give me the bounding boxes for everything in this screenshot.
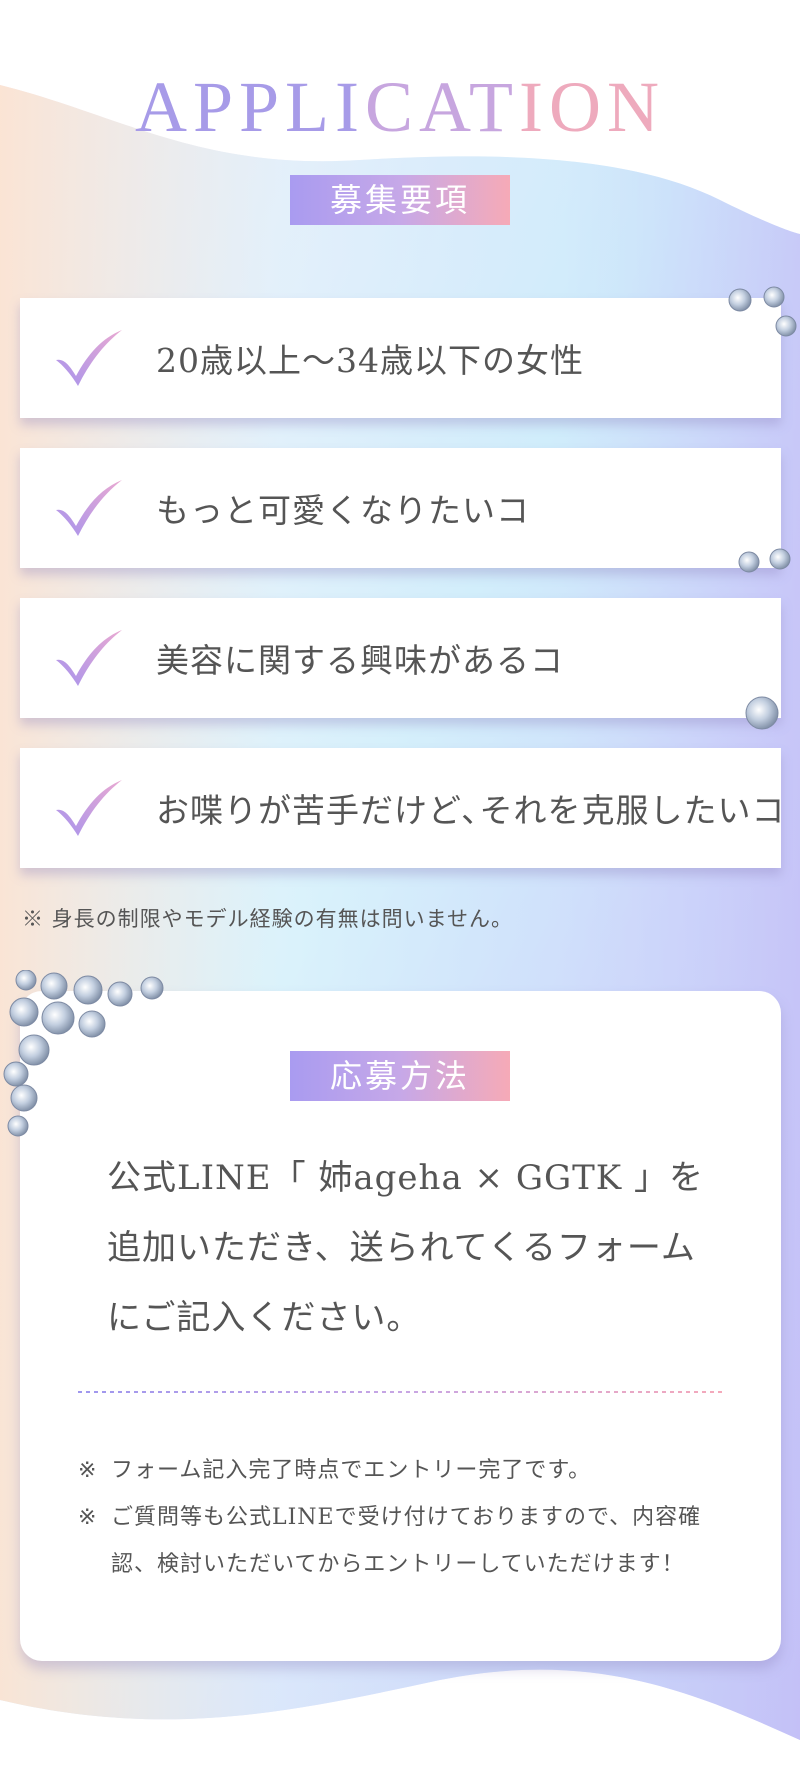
dashed-divider [78, 1391, 724, 1393]
note-text: ご質問等も公式LINEで受け付けておりますので、内容確認、検討いただいてからエン… [111, 1505, 702, 1577]
requirement-item: もっと可愛くなりたいコ [20, 448, 781, 568]
application-instructions: 公式LINE「 姉ageha × GGTK 」を 追加いただき、送られてくるフォ… [107, 1143, 717, 1353]
note-item: ※ ご質問等も公式LINEで受け付けておりますので、内容確認、検討いただいてから… [78, 1494, 738, 1588]
diamond-icon [738, 548, 791, 573]
diamond-icon [728, 286, 797, 337]
note-mark: ※ [78, 1505, 98, 1530]
note-text: フォーム記入完了時点でエントリー完了です。 [111, 1458, 592, 1483]
requirement-text: 美容に関する興味があるコ [156, 641, 564, 680]
check-mark-icon [56, 480, 122, 536]
requirement-item: 美容に関する興味があるコ [20, 598, 781, 718]
requirement-text: 20歳以上～34歳以下の女性 [156, 341, 584, 380]
instruction-line: 公式LINE「 姉ageha × GGTK 」を [107, 1158, 705, 1198]
note-mark: ※ [78, 1458, 98, 1483]
requirement-item: お喋りが苦手だけど､それを克服したいコ [20, 748, 785, 868]
requirement-text: もっと可愛くなりたいコ [156, 491, 530, 530]
note-item: ※ フォーム記入完了時点でエントリー完了です。 [78, 1447, 738, 1494]
requirements-note: ※ 身長の制限やモデル経験の有無は問いません。 [22, 907, 514, 931]
check-mark-icon [56, 630, 122, 686]
check-mark-icon [56, 780, 122, 836]
check-mark-icon [56, 330, 122, 386]
diamond-icon [745, 696, 779, 730]
application-heading: 応募方法 [290, 1051, 510, 1101]
requirement-text: お喋りが苦手だけど､それを克服したいコ [156, 791, 786, 830]
instruction-line: にご記入ください。 [107, 1298, 422, 1338]
requirements-heading: 募集要項 [290, 175, 510, 225]
requirement-item: 20歳以上～34歳以下の女性 [20, 298, 781, 418]
diamond-icon [3, 970, 164, 1137]
instruction-line: 追加いただき、送られてくるフォーム [107, 1228, 696, 1268]
page-title: APPLICATION [134, 67, 666, 147]
application-notes: ※ フォーム記入完了時点でエントリー完了です。 ※ ご質問等も公式LINEで受け… [78, 1447, 738, 1588]
